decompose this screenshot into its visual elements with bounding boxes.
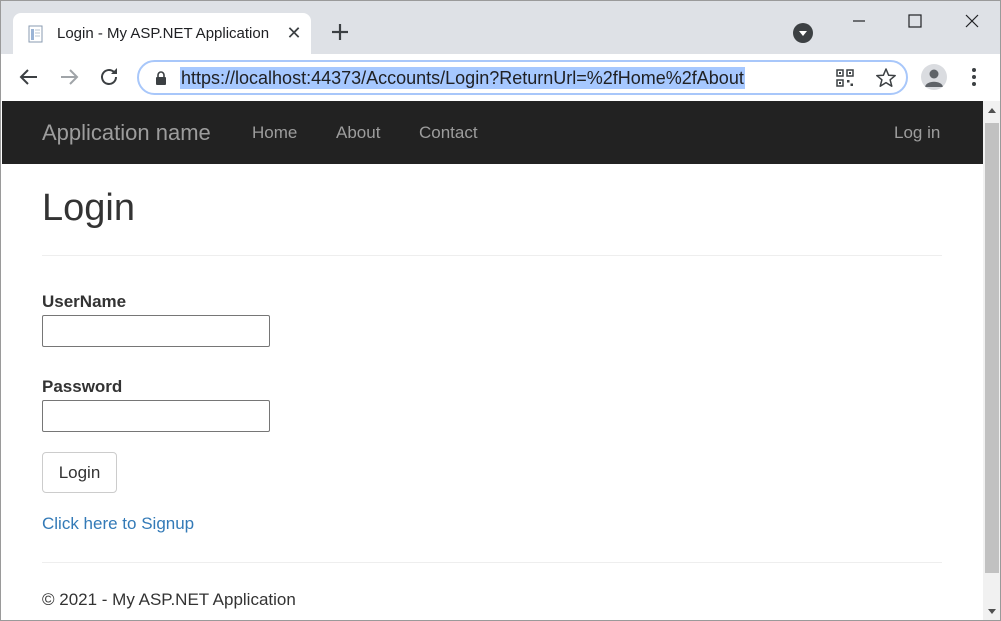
menu-icon[interactable] <box>963 66 985 88</box>
close-tab-icon[interactable]: ✕ <box>283 22 305 44</box>
browser-tab[interactable]: Login - My ASP.NET Application ✕ <box>13 13 311 55</box>
address-bar[interactable]: https://localhost:44373/Accounts/Login?R… <box>137 60 908 95</box>
nav-link-about[interactable]: About <box>336 123 380 143</box>
tab-title: Login - My ASP.NET Application <box>57 25 269 42</box>
divider <box>42 255 942 256</box>
qr-code-icon[interactable] <box>835 68 855 88</box>
url-text[interactable]: https://localhost:44373/Accounts/Login?R… <box>180 67 745 89</box>
login-button[interactable]: Login <box>42 452 117 493</box>
password-input[interactable] <box>42 400 270 432</box>
scroll-up-icon[interactable] <box>983 101 1001 121</box>
vertical-scrollbar[interactable] <box>983 101 1001 621</box>
minimize-icon[interactable] <box>844 7 874 35</box>
username-input[interactable] <box>42 315 270 347</box>
username-label: UserName <box>42 292 126 312</box>
footer-divider <box>42 562 942 563</box>
lock-icon[interactable] <box>153 70 169 86</box>
scroll-down-icon[interactable] <box>983 601 1001 621</box>
password-label: Password <box>42 377 122 397</box>
signup-link[interactable]: Click here to Signup <box>42 514 194 534</box>
avatar-icon[interactable] <box>921 64 947 90</box>
brand-link[interactable]: Application name <box>42 120 211 146</box>
nav-link-login[interactable]: Log in <box>894 123 940 143</box>
favicon-icon <box>27 25 45 43</box>
browser-window: Login - My ASP.NET Application ✕ <box>0 0 1001 621</box>
profile-dropdown-icon[interactable] <box>793 23 813 43</box>
nav-link-contact[interactable]: Contact <box>419 123 478 143</box>
star-icon[interactable] <box>875 67 897 89</box>
footer-text: © 2021 - My ASP.NET Application <box>42 590 296 610</box>
page-title: Login <box>42 187 135 230</box>
back-icon[interactable] <box>15 63 43 91</box>
new-tab-icon[interactable] <box>327 19 353 45</box>
browser-titlebar: Login - My ASP.NET Application ✕ <box>1 1 1001 54</box>
forward-icon[interactable] <box>55 63 83 91</box>
reload-icon[interactable] <box>95 63 123 91</box>
site-navbar: Application name Home About Contact Log … <box>2 101 983 164</box>
close-window-icon[interactable] <box>957 7 987 35</box>
nav-link-home[interactable]: Home <box>252 123 297 143</box>
page-viewport: Application name Home About Contact Log … <box>2 101 983 621</box>
maximize-icon[interactable] <box>900 7 930 35</box>
browser-toolbar: https://localhost:44373/Accounts/Login?R… <box>1 54 1001 100</box>
scrollbar-thumb[interactable] <box>985 123 999 573</box>
